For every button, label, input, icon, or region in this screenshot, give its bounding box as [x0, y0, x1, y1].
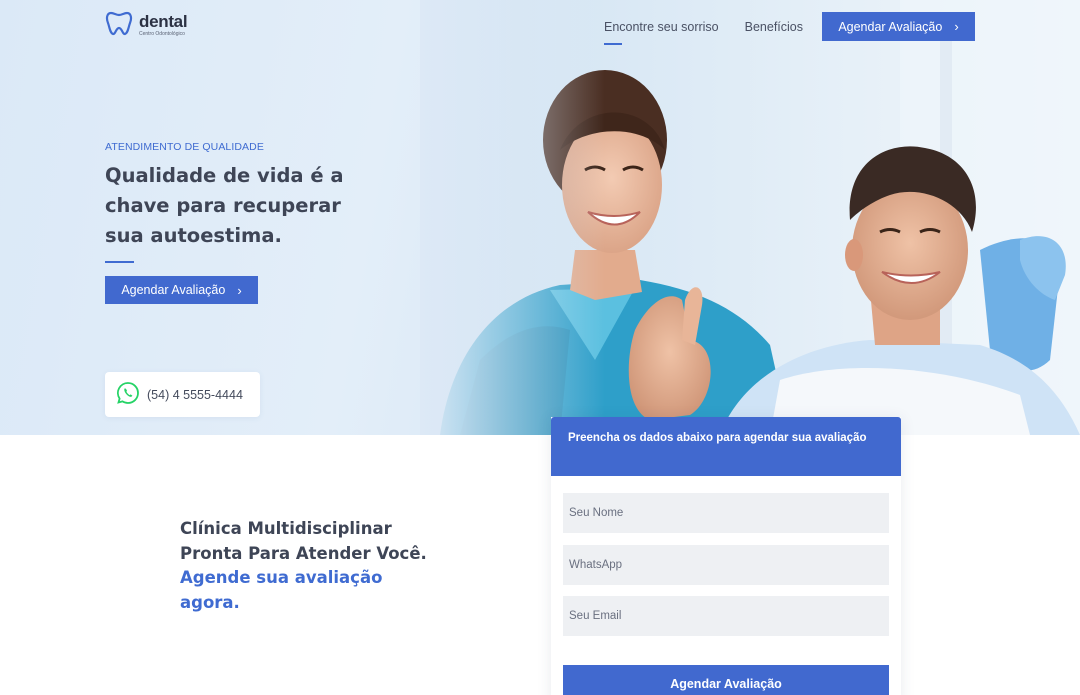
- chevron-right-icon: ›: [237, 282, 242, 298]
- logo-subtitle: Centro Odontológico: [139, 31, 185, 37]
- cta-heading-primary: Clínica Multidisciplinar Pronta Para Ate…: [180, 519, 427, 563]
- hero-schedule-button[interactable]: Agendar Avaliação ›: [105, 276, 258, 304]
- cta-heading: Clínica Multidisciplinar Pronta Para Ate…: [180, 517, 440, 615]
- header-schedule-label: Agendar Avaliação: [838, 19, 943, 34]
- chevron-right-icon: ›: [954, 19, 959, 34]
- hero-schedule-label: Agendar Avaliação: [121, 283, 226, 297]
- tooth-logo-icon: [105, 9, 133, 41]
- form-heading: Preencha os dados abaixo para agendar su…: [551, 417, 901, 476]
- logo-name: dental: [139, 12, 188, 31]
- main-nav: Encontre seu sorriso Benefícios Agendar …: [603, 12, 975, 45]
- whatsapp-field[interactable]: [563, 545, 889, 585]
- hero-divider: [105, 261, 134, 263]
- header-schedule-button[interactable]: Agendar Avaliação ›: [822, 12, 975, 41]
- schedule-form: Preencha os dados abaixo para agendar su…: [551, 417, 901, 695]
- name-field[interactable]: [563, 493, 889, 533]
- phone-number: (54) 4 5555-4444: [147, 387, 243, 402]
- whatsapp-icon: [116, 381, 140, 409]
- email-field[interactable]: [563, 596, 889, 636]
- form-submit-button[interactable]: Agendar Avaliação: [563, 665, 889, 695]
- hero-photo: [420, 0, 1080, 435]
- brand-logo[interactable]: dental Centro Odontológico: [105, 9, 188, 41]
- hero-eyebrow: ATENDIMENTO DE QUALIDADE: [105, 141, 264, 153]
- cta-heading-highlight: Agende sua avaliação agora.: [180, 568, 383, 612]
- nav-link-encontre-sorriso[interactable]: Encontre seu sorriso: [603, 14, 719, 45]
- nav-link-beneficios[interactable]: Benefícios: [745, 14, 803, 40]
- hero-title: Qualidade de vida é a chave para recuper…: [105, 164, 344, 247]
- whatsapp-contact[interactable]: (54) 4 5555-4444: [105, 372, 260, 417]
